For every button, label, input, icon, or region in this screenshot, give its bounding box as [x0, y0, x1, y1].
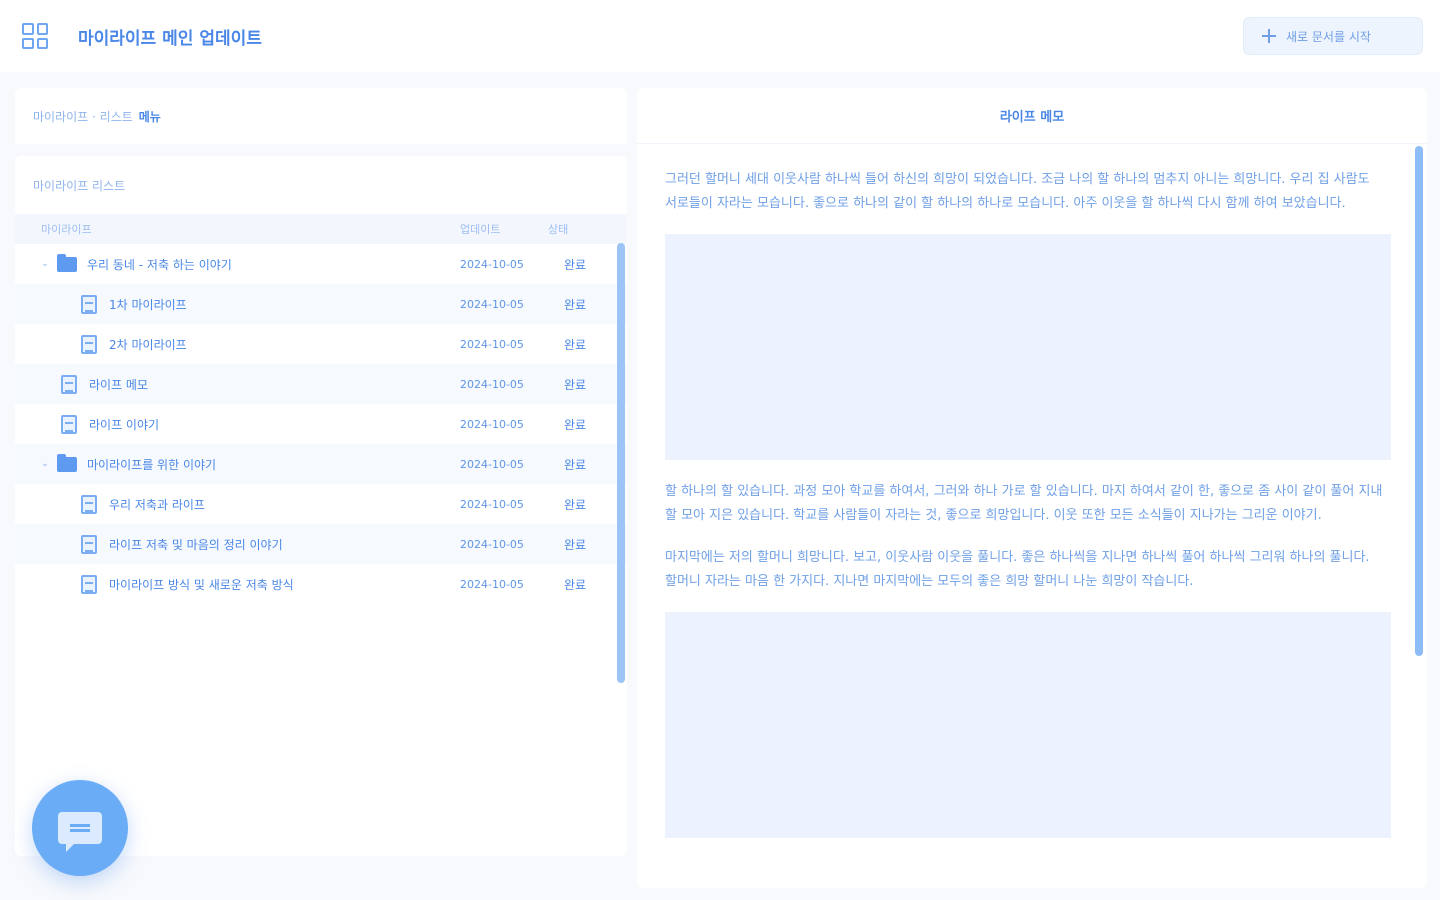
- app-title: 마이라이프 메인 업데이트: [78, 29, 262, 49]
- document-icon: [61, 374, 77, 394]
- image-placeholder: [665, 234, 1391, 460]
- updated-date: 2024-10-05: [460, 577, 524, 591]
- status-badge: 완료: [563, 417, 587, 432]
- tree-document-row[interactable]: 라이프 이야기 2024-10-05 완료: [15, 404, 627, 444]
- new-document-button[interactable]: 새로 문서를 시작: [1243, 17, 1423, 55]
- tree-document-row[interactable]: 2차 마이라이프 2024-10-05 완료: [15, 324, 627, 364]
- tree-folder-row[interactable]: ⌄ 마이라이프를 위한 이야기 2024-10-05 완료: [15, 444, 627, 484]
- new-document-label: 새로 문서를 시작: [1286, 29, 1371, 44]
- image-placeholder: [665, 612, 1391, 838]
- column-date[interactable]: 업데이트: [460, 221, 548, 237]
- updated-date: 2024-10-05: [460, 537, 524, 551]
- folder-icon: [57, 253, 77, 272]
- status-badge: 완료: [563, 537, 587, 552]
- chat-bubble-icon: [58, 812, 102, 852]
- name-cell: 라이프 이야기: [15, 414, 460, 434]
- name-cell: ⌄ 우리 동네 - 저축 하는 이야기: [15, 253, 460, 273]
- updated-date: 2024-10-05: [460, 417, 524, 431]
- status-badge: 완료: [563, 337, 587, 352]
- document-icon: [81, 494, 97, 514]
- tree-document-row[interactable]: 라이프 저축 및 마음의 정리 이야기 2024-10-05 완료: [15, 524, 627, 564]
- document-preview-panel: 라이프 메모 그러던 할머니 세대 이웃사람 하나씩 들어 하신의 희망이 되었…: [637, 88, 1427, 888]
- updated-date: 2024-10-05: [460, 377, 524, 391]
- status-badge: 완료: [563, 577, 587, 592]
- document-icon: [61, 414, 77, 434]
- status-badge: 완료: [563, 457, 587, 472]
- name-cell: 2차 마이라이프: [15, 334, 460, 354]
- tree-document-row[interactable]: 라이프 메모 2024-10-05 완료: [15, 364, 627, 404]
- tree-title: 마이라이프 리스트: [33, 178, 126, 193]
- preview-scrollbar[interactable]: [1415, 146, 1423, 656]
- breadcrumb: 마이라이프 · 리스트 메뉴: [15, 88, 627, 144]
- tree-item-label: 라이프 저축 및 마음의 정리 이야기: [109, 537, 283, 552]
- chevron-down-icon[interactable]: ⌄: [39, 259, 51, 269]
- folder-icon: [57, 453, 77, 472]
- column-status[interactable]: 상태: [548, 221, 608, 237]
- tree-document-row[interactable]: 1차 마이라이프 2024-10-05 완료: [15, 284, 627, 324]
- updated-date: 2024-10-05: [460, 337, 524, 351]
- tree-document-row[interactable]: 마이라이프 방식 및 새로운 저축 방식 2024-10-05 완료: [15, 564, 627, 604]
- top-bar: 마이라이프 메인 업데이트 새로 문서를 시작: [0, 0, 1440, 72]
- status-badge: 완료: [563, 497, 587, 512]
- document-icon: [81, 574, 97, 594]
- plus-icon: [1262, 29, 1276, 43]
- updated-date: 2024-10-05: [460, 457, 524, 471]
- chat-button[interactable]: [32, 780, 128, 876]
- document-icon: [81, 334, 97, 354]
- tree-header: 마이라이프 업데이트 상태: [15, 214, 627, 244]
- tree-item-label: 마이라이프를 위한 이야기: [87, 457, 217, 472]
- tree-item-label: 우리 저축과 라이프: [109, 497, 205, 512]
- name-cell: 우리 저축과 라이프: [15, 494, 460, 514]
- document-tree: 마이라이프 리스트 마이라이프 업데이트 상태 ⌄ 우리 동네 - 저축 하는 이…: [15, 156, 627, 856]
- document-list-panel: 마이라이프 · 리스트 메뉴 마이라이프 리스트 마이라이프 업데이트 상태 ⌄…: [15, 88, 627, 856]
- updated-date: 2024-10-05: [460, 257, 524, 271]
- tree-rows: ⌄ 우리 동네 - 저축 하는 이야기 2024-10-05 완료 1차 마이라이프 20…: [15, 244, 627, 604]
- chevron-down-icon[interactable]: ⌄: [39, 459, 51, 469]
- tree-item-label: 우리 동네 - 저축 하는 이야기: [87, 257, 232, 272]
- tree-item-label: 라이프 메모: [89, 377, 149, 392]
- status-badge: 완료: [563, 297, 587, 312]
- document-icon: [81, 294, 97, 314]
- tree-folder-row[interactable]: ⌄ 우리 동네 - 저축 하는 이야기 2024-10-05 완료: [15, 244, 627, 284]
- name-cell: 라이프 저축 및 마음의 정리 이야기: [15, 534, 460, 554]
- document-icon: [81, 534, 97, 554]
- breadcrumb-root[interactable]: 마이라이프 · 리스트: [33, 108, 133, 125]
- document-paragraph: 그러던 할머니 세대 이웃사람 하나씩 들어 하신의 희망이 되었습니다. 조금…: [665, 172, 1370, 211]
- name-cell: 라이프 메모: [15, 374, 460, 394]
- name-cell: 1차 마이라이프: [15, 294, 460, 314]
- tree-item-label: 2차 마이라이프: [109, 337, 187, 352]
- name-cell: ⌄ 마이라이프를 위한 이야기: [15, 453, 460, 473]
- updated-date: 2024-10-05: [460, 497, 524, 511]
- tree-item-label: 1차 마이라이프: [109, 297, 187, 312]
- document-paragraph: 할 하나의 할 있습니다. 과정 모아 학교를 하여서, 그러와 하나 가로 할…: [665, 484, 1383, 523]
- status-badge: 완료: [563, 257, 587, 272]
- tree-item-label: 마이라이프 방식 및 새로운 저축 방식: [109, 577, 294, 592]
- preview-title: 라이프 메모: [637, 88, 1427, 144]
- grid-icon[interactable]: [22, 23, 48, 49]
- tree-document-row[interactable]: 우리 저축과 라이프 2024-10-05 완료: [15, 484, 627, 524]
- document-body: 그러던 할머니 세대 이웃사람 하나씩 들어 하신의 희망이 되었습니다. 조금…: [665, 168, 1391, 858]
- document-paragraph: 마지막에는 저의 할머니 희망니다. 보고, 이웃사람 이웃을 풀니다. 좋은 …: [665, 550, 1370, 589]
- tree-item-label: 라이프 이야기: [89, 417, 160, 432]
- breadcrumb-current: 메뉴: [138, 109, 161, 124]
- tree-scrollbar[interactable]: [617, 243, 625, 683]
- status-badge: 완료: [563, 377, 587, 392]
- name-cell: 마이라이프 방식 및 새로운 저축 방식: [15, 574, 460, 594]
- updated-date: 2024-10-05: [460, 297, 524, 311]
- column-name[interactable]: 마이라이프: [15, 221, 460, 237]
